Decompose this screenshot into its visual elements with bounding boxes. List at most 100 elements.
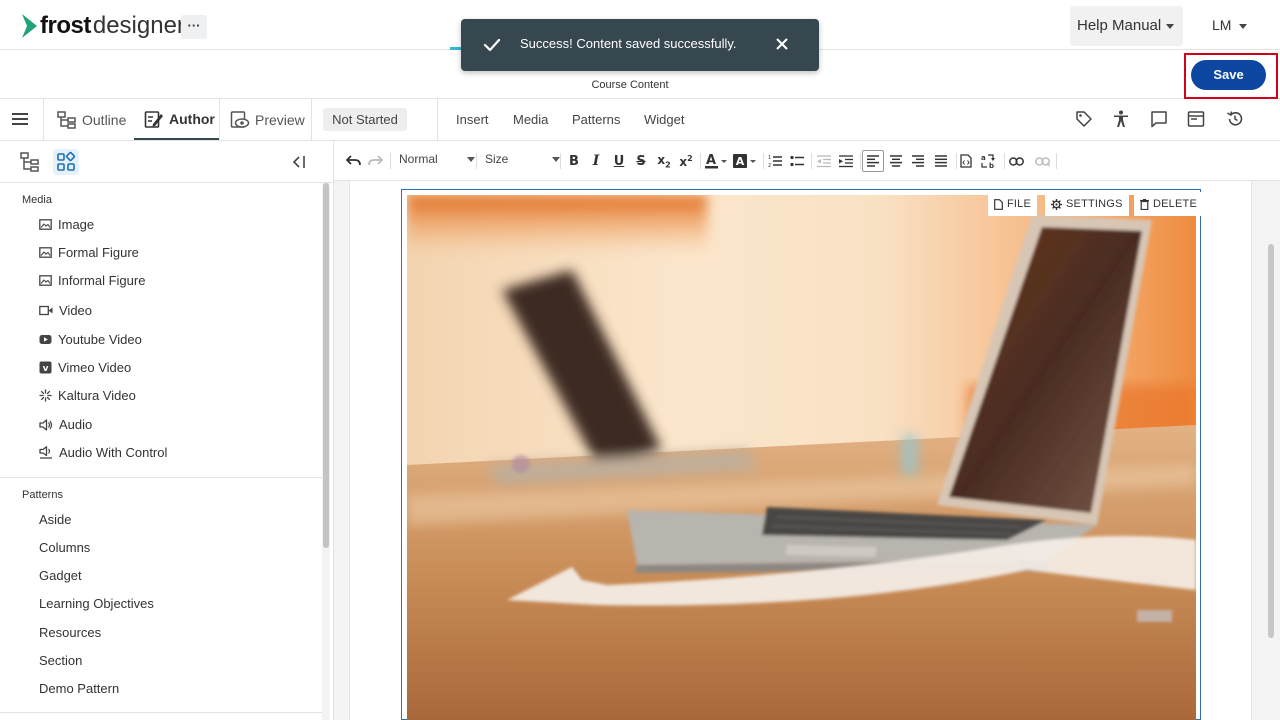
user-menu[interactable]: LM <box>1212 17 1248 33</box>
ordered-list-icon: 12 <box>768 155 782 168</box>
outline-tree-icon <box>57 110 76 129</box>
hamburger-menu-icon[interactable] <box>12 112 28 126</box>
strikethrough-button[interactable]: S <box>633 141 649 181</box>
underline-button[interactable]: U <box>611 141 627 181</box>
undo-button[interactable] <box>344 141 362 181</box>
redo-icon <box>367 155 383 166</box>
pattern-item-aside[interactable]: Aside <box>39 512 72 527</box>
help-manual-dropdown[interactable]: Help Manual <box>1070 6 1183 46</box>
toolbar-separator <box>560 153 561 169</box>
bullet-list-button[interactable] <box>788 141 806 181</box>
indent-icon <box>839 154 853 167</box>
laptop-photo[interactable] <box>407 195 1196 720</box>
frost-designer-logo[interactable]: frost designer <box>20 12 185 40</box>
media-item-label: Kaltura Video <box>58 388 136 403</box>
undo-icon <box>345 155 361 166</box>
menu-patterns[interactable]: Patterns <box>572 112 620 127</box>
toolbar-separator <box>860 153 861 169</box>
pattern-item-demo-pattern[interactable]: Demo Pattern <box>39 681 119 696</box>
media-item-informal-figure[interactable]: Informal Figure <box>39 273 145 288</box>
media-item-vimeo-video[interactable]: v Vimeo Video <box>39 360 131 375</box>
media-item-label: Video <box>59 303 93 318</box>
divider <box>43 99 44 140</box>
subscript-icon: x2 <box>657 152 671 170</box>
insert-link-button[interactable] <box>1007 141 1025 181</box>
format-select[interactable]: Normal <box>399 152 475 166</box>
bold-button[interactable]: B <box>566 141 582 181</box>
remove-link-button[interactable] <box>1033 141 1051 181</box>
align-justify-button[interactable] <box>932 141 950 181</box>
tab-preview[interactable]: Preview <box>230 99 305 140</box>
page-title: Course Content <box>591 79 669 91</box>
find-replace-button[interactable]: ab <box>980 141 998 181</box>
ordered-list-button[interactable]: 12 <box>766 141 784 181</box>
media-item-label: Informal Figure <box>58 273 146 288</box>
media-item-kaltura-video[interactable]: Kaltura Video <box>39 388 136 403</box>
pattern-item-gadget[interactable]: Gadget <box>39 568 82 583</box>
svg-text:A: A <box>706 153 716 168</box>
collapse-panel-icon[interactable] <box>291 155 307 169</box>
pattern-item-learning-objectives[interactable]: Learning Objectives <box>39 596 154 611</box>
size-select-value: Size <box>485 152 509 166</box>
notes-panel-icon[interactable] <box>1187 110 1205 128</box>
menu-insert[interactable]: Insert <box>456 112 489 127</box>
source-code-button[interactable] <box>958 141 974 181</box>
menu-media[interactable]: Media <box>513 112 548 127</box>
tag-icon[interactable] <box>1075 110 1093 128</box>
redo-button[interactable] <box>366 141 384 181</box>
panel-scrollbar-thumb[interactable] <box>323 183 329 548</box>
pattern-item-resources[interactable]: Resources <box>39 625 101 640</box>
toolbar-separator <box>763 153 764 169</box>
pattern-item-columns[interactable]: Columns <box>39 540 90 555</box>
tab-author[interactable]: Author <box>134 99 220 140</box>
pattern-item-section[interactable]: Section <box>39 653 82 668</box>
chevron-down-icon <box>552 157 560 162</box>
align-center-icon <box>890 155 902 167</box>
figure-settings-button[interactable]: SETTINGS <box>1045 192 1129 216</box>
editor-scrollbar-thumb[interactable] <box>1268 244 1274 638</box>
accessibility-icon[interactable] <box>1113 110 1129 128</box>
bold-icon: B <box>569 153 579 169</box>
indent-button[interactable] <box>837 141 855 181</box>
italic-button[interactable]: I <box>588 141 604 181</box>
subscript-button[interactable]: x2 <box>655 141 673 181</box>
tab-outline[interactable]: Outline <box>57 99 126 140</box>
align-left-button[interactable] <box>862 150 884 172</box>
superscript-button[interactable]: x2 <box>677 141 695 181</box>
document-code-icon <box>960 154 972 168</box>
align-right-icon <box>912 155 924 167</box>
logo-frost-text: frost <box>40 12 91 39</box>
close-icon[interactable] <box>775 37 789 51</box>
widgets-grid-icon[interactable] <box>53 149 79 175</box>
align-center-button[interactable] <box>887 141 905 181</box>
media-item-image[interactable]: Image <box>39 217 94 232</box>
media-item-video[interactable]: Video <box>39 303 92 318</box>
align-right-button[interactable] <box>909 141 927 181</box>
figure-file-button[interactable]: FILE <box>988 192 1038 216</box>
outdent-icon <box>817 154 831 167</box>
insert-panel: Media Image Formal Figure Informal Figur… <box>0 141 333 720</box>
comment-icon[interactable] <box>1150 110 1168 128</box>
history-icon[interactable] <box>1226 110 1244 128</box>
svg-text:2: 2 <box>768 163 771 168</box>
menu-widget[interactable]: Widget <box>644 112 684 127</box>
text-color-button[interactable]: A <box>704 141 728 181</box>
save-button[interactable]: Save <box>1191 60 1266 90</box>
toolbar-separator <box>700 153 701 169</box>
figure-delete-button[interactable]: DELETE <box>1134 192 1203 216</box>
highlight-color-button[interactable]: A <box>732 141 758 181</box>
success-toast: Success! Content saved successfully. <box>461 19 819 71</box>
size-select[interactable]: Size <box>485 152 560 166</box>
vimeo-icon: v <box>39 361 52 374</box>
media-item-audio[interactable]: Audio <box>39 417 92 432</box>
more-options-button[interactable]: ··· <box>181 15 207 39</box>
patterns-section-heading: Patterns <box>22 489 63 501</box>
outline-tree-icon[interactable] <box>20 151 40 173</box>
media-item-formal-figure[interactable]: Formal Figure <box>39 245 139 260</box>
status-badge[interactable]: Not Started <box>323 108 407 131</box>
link-icon <box>1008 156 1024 166</box>
media-item-youtube-video[interactable]: Youtube Video <box>39 332 142 347</box>
media-item-audio-with-control[interactable]: Audio With Control <box>39 445 167 460</box>
outdent-button[interactable] <box>815 141 833 181</box>
toolbar-separator <box>1056 153 1057 169</box>
